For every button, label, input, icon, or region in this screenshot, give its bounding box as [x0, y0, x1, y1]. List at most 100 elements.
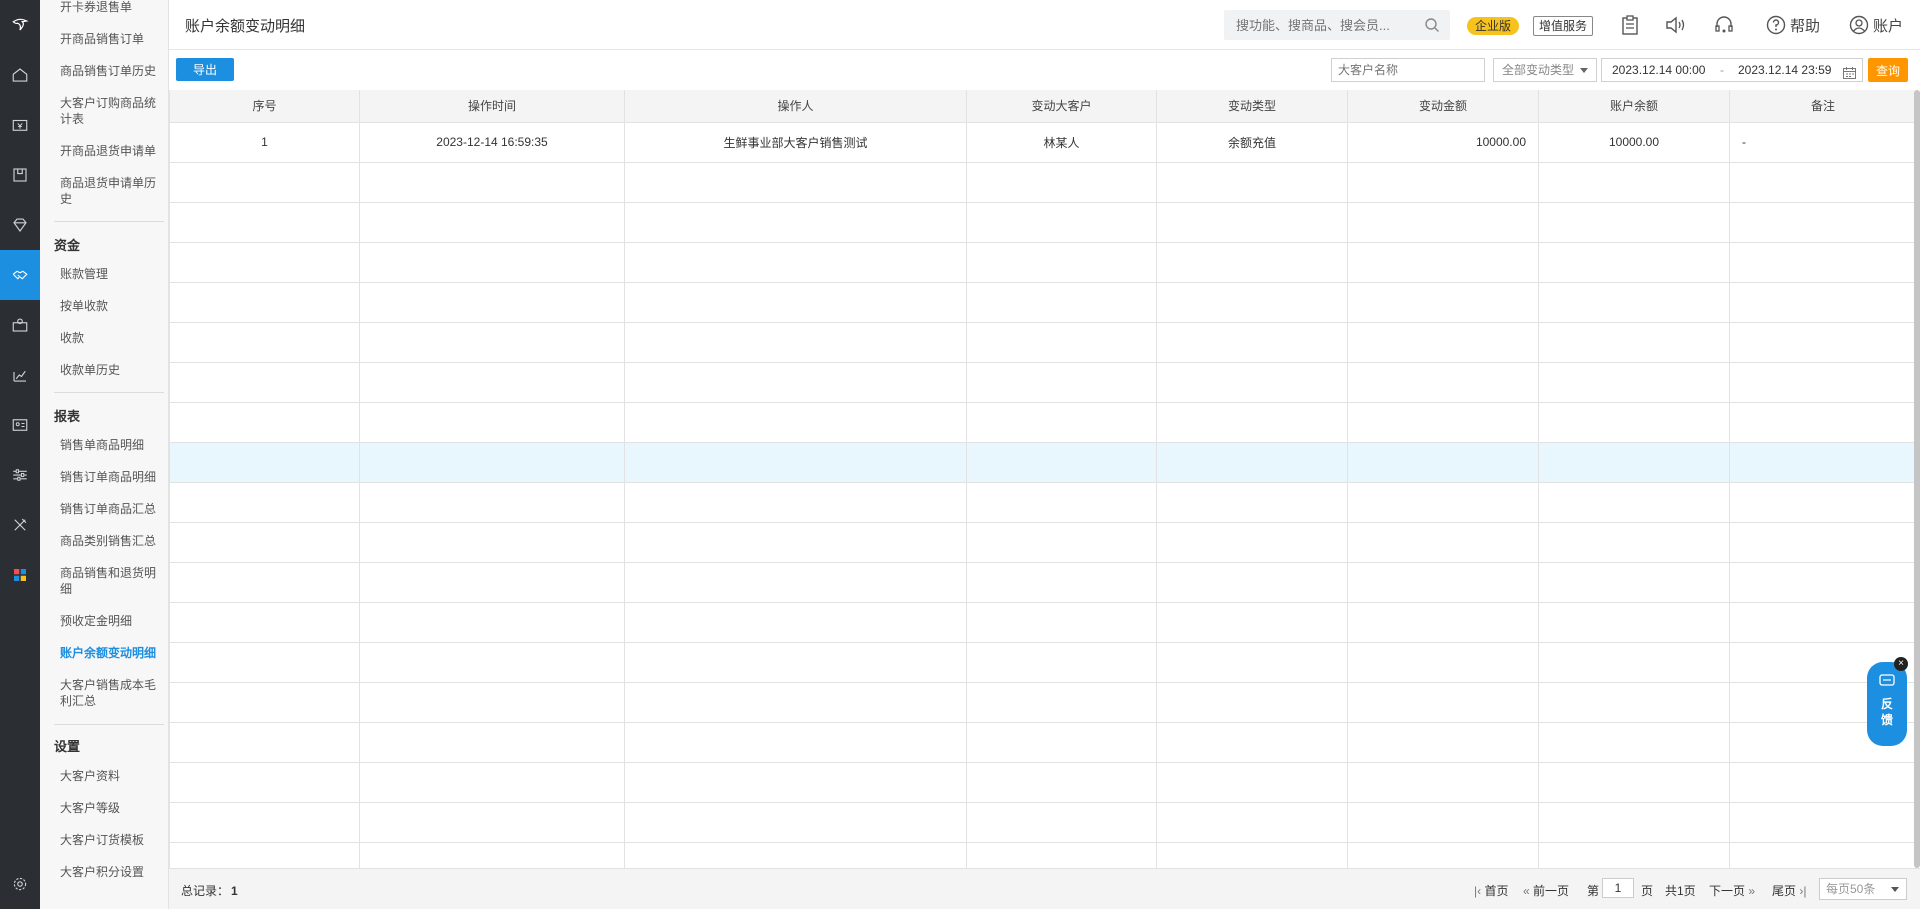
table-row-empty[interactable]: [169, 241, 1917, 283]
column-header-balance[interactable]: 账户余额: [1538, 90, 1730, 123]
table-row-empty[interactable]: [169, 801, 1917, 843]
table-row-empty[interactable]: [169, 161, 1917, 203]
help-link[interactable]: 帮助: [1766, 14, 1820, 36]
date-from[interactable]: 2023.12.14 00:00: [1612, 59, 1705, 81]
table-row-empty[interactable]: [169, 681, 1917, 723]
subnav-item[interactable]: 大客户等级: [60, 800, 165, 816]
subnav-item[interactable]: 大客户订货模板: [60, 832, 165, 848]
home-icon[interactable]: [0, 50, 40, 100]
table-row-empty[interactable]: [169, 721, 1917, 763]
subnav-item[interactable]: 预收定金明细: [60, 613, 165, 629]
page-number-input[interactable]: 1: [1602, 878, 1634, 898]
export-button[interactable]: 导出: [176, 58, 234, 81]
table-cell-empty: [1156, 241, 1348, 283]
change-type-select[interactable]: 全部变动类型: [1493, 58, 1597, 82]
table-row-empty[interactable]: [169, 761, 1917, 803]
table-row-empty[interactable]: [169, 641, 1917, 683]
table-cell-empty: [966, 481, 1157, 523]
subnav-item[interactable]: 大客户销售成本毛利汇总: [60, 677, 165, 709]
table-cell-empty: [1156, 561, 1348, 603]
column-header-type[interactable]: 变动类型: [1156, 90, 1348, 123]
headset-icon[interactable]: [1713, 14, 1735, 36]
prev-page-icon: «: [1523, 884, 1530, 898]
search-icon[interactable]: [1424, 17, 1440, 36]
subnav-item[interactable]: 开商品退货申请单: [60, 143, 165, 159]
subnav-item[interactable]: 销售订单商品明细: [60, 469, 165, 485]
table-row-empty[interactable]: [169, 321, 1917, 363]
subnav-item[interactable]: 开卡券退售单: [60, 0, 165, 15]
table-row-empty[interactable]: [169, 841, 1917, 868]
table-row-empty[interactable]: [169, 601, 1917, 643]
settings-sliders-icon[interactable]: [0, 450, 40, 500]
table-cell-empty: [1347, 361, 1539, 403]
date-to[interactable]: 2023.12.14 23:59: [1738, 59, 1831, 81]
first-page-button[interactable]: |‹ 首页: [1474, 882, 1508, 899]
cashier-icon[interactable]: [0, 100, 40, 150]
member-icon[interactable]: [0, 200, 40, 250]
subnav-item[interactable]: 按单收款: [60, 298, 165, 314]
feedback-button[interactable]: × 反馈: [1867, 657, 1908, 746]
next-page-button[interactable]: 下一页 »: [1709, 882, 1755, 899]
page-prefix: 第: [1587, 884, 1600, 898]
calendar-icon[interactable]: [1843, 64, 1856, 86]
table-row-empty[interactable]: [169, 521, 1917, 563]
table-cell-empty: [169, 401, 360, 443]
subnav-item[interactable]: 开商品销售订单: [60, 31, 165, 47]
table-cell-empty: [966, 681, 1157, 723]
tools-icon[interactable]: [0, 500, 40, 550]
subnav-item[interactable]: 销售订单商品汇总: [60, 501, 165, 517]
logo-icon[interactable]: [0, 0, 40, 48]
subnav-item[interactable]: 账款管理: [60, 266, 165, 282]
table-row-empty[interactable]: [169, 401, 1917, 443]
subnav-item[interactable]: 商品销售和退货明细: [60, 565, 165, 597]
query-button[interactable]: 查询: [1868, 58, 1908, 82]
last-page-button[interactable]: 尾页 ›|: [1772, 882, 1806, 899]
column-header-operator[interactable]: 操作人: [624, 90, 967, 123]
value-added-services-button[interactable]: 增值服务: [1533, 16, 1594, 36]
table-cell-empty: [1729, 361, 1917, 403]
table-row-empty[interactable]: [169, 281, 1917, 323]
subnav-item[interactable]: 商品类别销售汇总: [60, 533, 165, 549]
column-header-amount[interactable]: 变动金额: [1347, 90, 1539, 123]
apps-icon[interactable]: [0, 550, 40, 600]
table-cell-empty: [966, 801, 1157, 843]
clipboard-icon[interactable]: [1619, 14, 1641, 36]
table-row-empty[interactable]: [169, 561, 1917, 603]
subnav-item[interactable]: 收款单历史: [60, 362, 165, 378]
gear-icon[interactable]: [0, 859, 40, 909]
column-header-time[interactable]: 操作时间: [359, 90, 625, 123]
table-row-empty[interactable]: [169, 361, 1917, 403]
search-input[interactable]: [1224, 10, 1414, 40]
staff-icon[interactable]: [0, 400, 40, 450]
table-cell-empty: [966, 561, 1157, 603]
customer-name-input[interactable]: [1331, 58, 1485, 82]
wholesale-icon[interactable]: [0, 250, 40, 300]
subnav-item[interactable]: 商品销售订单历史: [60, 63, 165, 79]
report-icon[interactable]: [0, 350, 40, 400]
scrollbar-thumb[interactable]: [1914, 90, 1920, 868]
subnav-item[interactable]: 商品退货申请单历史: [60, 175, 165, 207]
prev-page-button[interactable]: « 前一页: [1523, 882, 1569, 899]
subnav-item-active[interactable]: 账户余额变动明细: [60, 645, 165, 661]
speaker-icon[interactable]: [1665, 14, 1687, 36]
page-size-select[interactable]: 每页50条: [1819, 878, 1907, 900]
subnav-item[interactable]: 收款: [60, 330, 165, 346]
table-row[interactable]: 1 2023-12-14 16:59:35 生鲜事业部大客户销售测试 林某人 余…: [169, 121, 1917, 163]
column-header-customer[interactable]: 变动大客户: [966, 90, 1157, 123]
account-link[interactable]: 账户: [1849, 14, 1903, 36]
subnav-item[interactable]: 大客户资料: [60, 768, 165, 784]
date-range-picker[interactable]: 2023.12.14 00:00 - 2023.12.14 23:59: [1601, 58, 1863, 82]
supplier-icon[interactable]: [0, 300, 40, 350]
table-row-empty[interactable]: [169, 201, 1917, 243]
table-scrollbar[interactable]: [1914, 90, 1920, 868]
products-icon[interactable]: [0, 150, 40, 200]
column-header-remark[interactable]: 备注: [1729, 90, 1917, 123]
subnav-item[interactable]: 销售单商品明细: [60, 437, 165, 453]
table-row-empty[interactable]: [169, 441, 1917, 483]
table-row-empty[interactable]: [169, 481, 1917, 523]
subnav-item[interactable]: 大客户订购商品统计表: [60, 95, 165, 127]
column-header-index[interactable]: 序号: [169, 90, 360, 123]
close-icon[interactable]: ×: [1894, 657, 1908, 671]
subnav-item[interactable]: 大客户积分设置: [60, 864, 165, 880]
total-value: 1: [231, 884, 238, 898]
